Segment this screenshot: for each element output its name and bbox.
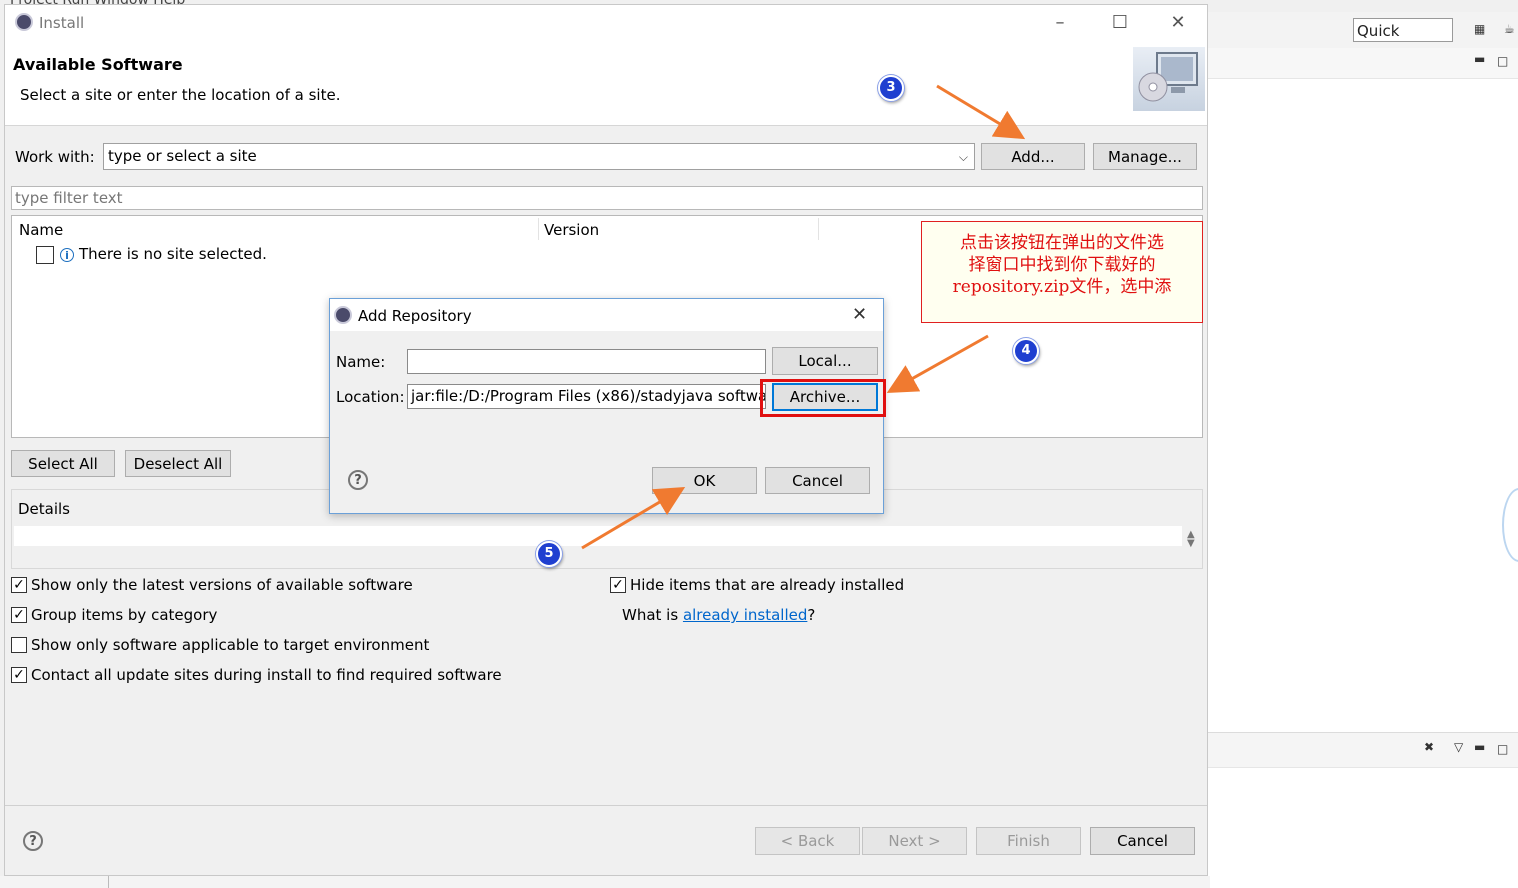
arrow-to-ok <box>581 486 686 550</box>
step-5-badge: 5 <box>536 541 562 567</box>
arrow-to-add <box>936 84 1026 140</box>
arrow-to-archive <box>886 334 989 393</box>
annotation-arrows <box>581 84 1026 550</box>
step-4-badge: 4 <box>1013 338 1039 364</box>
step-3-badge: 3 <box>878 75 904 101</box>
